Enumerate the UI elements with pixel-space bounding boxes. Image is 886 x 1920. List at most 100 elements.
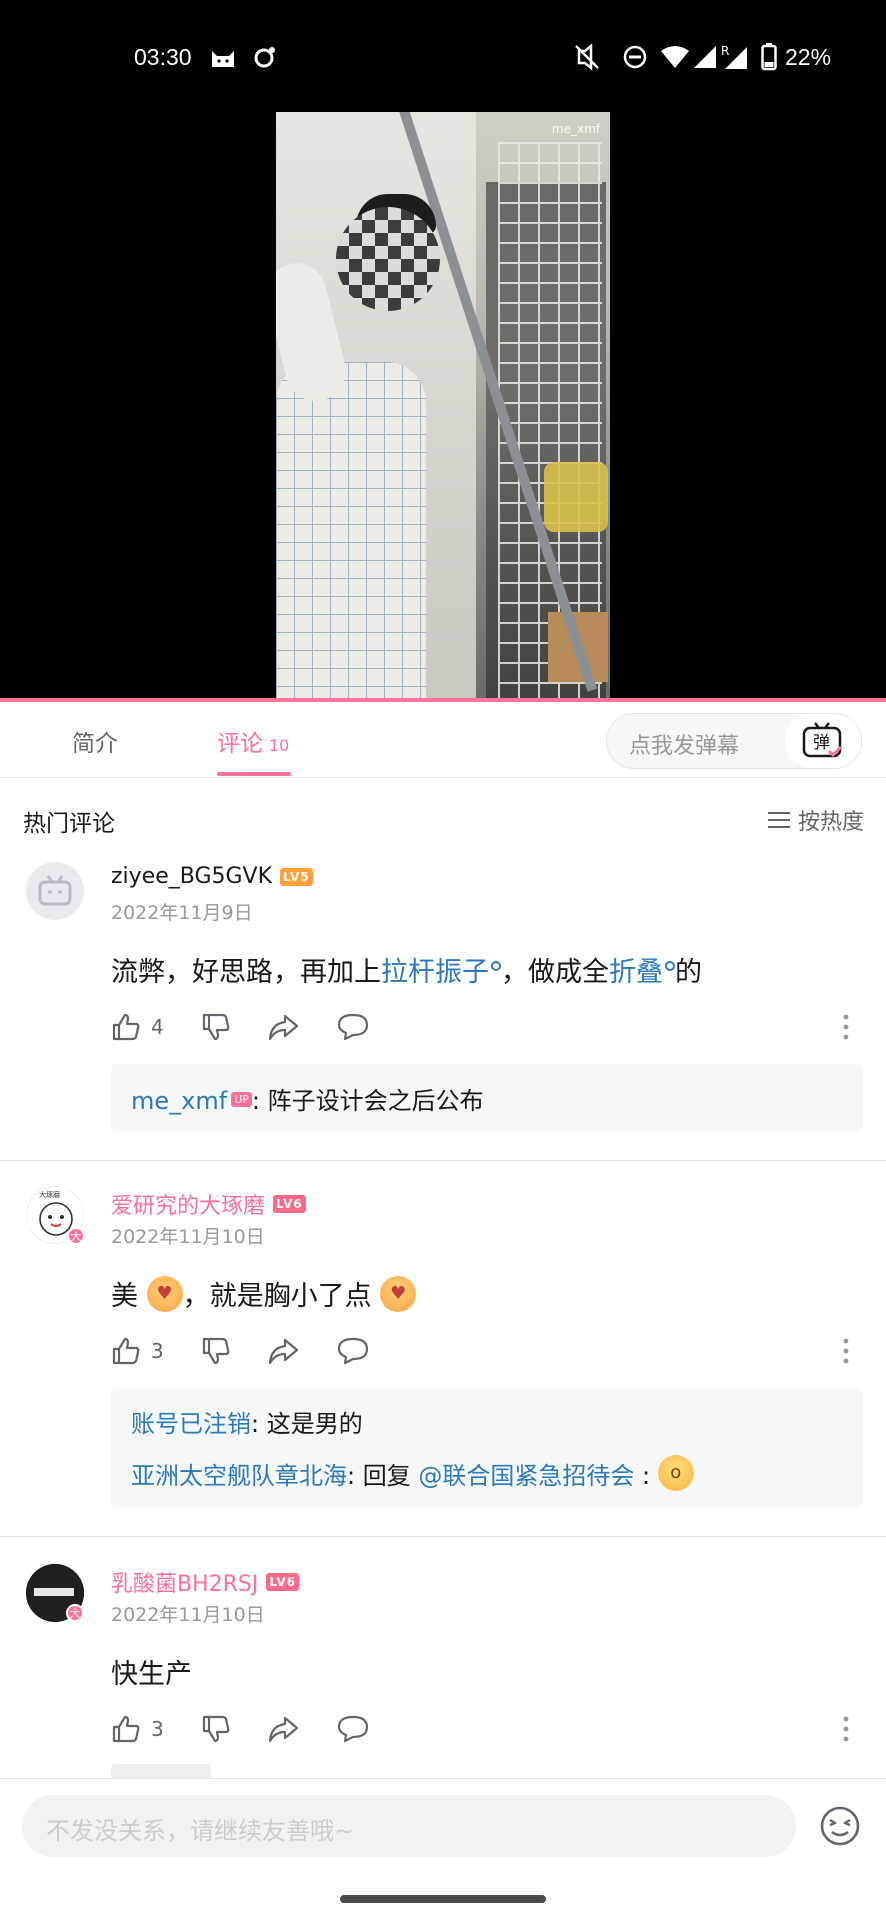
share-icon [268,1338,299,1365]
like-button[interactable]: 4 [111,1012,164,1042]
search-link-zhedie[interactable]: 折叠 [609,957,675,988]
like-count: 3 [151,1717,164,1741]
reply-text: : 回复 [347,1462,419,1490]
danmaku-input-box[interactable]: 点我发弹幕 弹 [606,713,862,769]
comment-text-part: ，做成全 [501,957,609,988]
reply-box[interactable]: 账号已注销: 这是男的 亚洲太空舰队章北海: 回复 @联合国紧急招待会 : o [111,1388,863,1508]
reply-item[interactable]: 亚洲太空舰队章北海: 回复 @联合国紧急招待会 : o [131,1455,694,1495]
comment-username[interactable]: ziyee_BG5GVK LV5 [111,864,313,889]
reply-username[interactable]: 账号已注销 [131,1410,251,1438]
comment-actions: 3 [111,1336,871,1366]
avatar[interactable]: 大琢磨 大 [26,1186,85,1245]
thumbs-down-icon [202,1337,230,1365]
reply-text: : 这是男的 [251,1410,363,1438]
comment-input-bar: 不发没关系，请继续友善哦~ [0,1778,886,1920]
tab-comments[interactable]: 评论 10 [217,724,289,758]
more-options-icon[interactable] [843,1338,849,1364]
reply-username[interactable]: me_xmf [131,1087,227,1115]
comments-header: 热门评论 按热度 [0,780,886,856]
tab-comments-count: 10 [269,736,290,755]
avatar[interactable] [26,862,84,920]
reply-suffix: : [634,1462,651,1490]
video-frame[interactable]: me_xmf [276,112,610,702]
status-time: 03:30 [134,44,192,70]
video-person [276,362,426,702]
comment-bubble-icon [337,1715,369,1743]
comment-username[interactable]: 乳酸菌BH2RSJ LV6 [111,1566,300,1598]
reply-button[interactable] [337,1714,369,1744]
username-text: 爱研究的大琢磨 [111,1194,266,1219]
comment-divider [0,1536,886,1537]
tab-active-indicator [217,772,291,776]
more-options-icon[interactable] [843,1014,849,1040]
tab-bar: 简介 评论 10 点我发弹幕 弹 [0,702,886,778]
tab-intro[interactable]: 简介 [72,724,118,758]
reply-text: : 阵子设计会之后公布 [251,1087,484,1115]
level-badge: LV6 [266,1573,300,1591]
wifi-icon [660,42,690,72]
emoji-face-icon [820,1806,860,1846]
reply-item[interactable]: 账号已注销: 这是男的 [131,1404,363,1439]
reply-box[interactable]: me_xmf UP: 阵子设计会之后公布 [111,1064,863,1132]
video-player[interactable]: 03:30 R 22% me_xmf [0,0,886,702]
dislike-button[interactable] [201,1336,231,1366]
thumbs-up-icon [112,1013,140,1041]
reply-mention[interactable]: @联合国紧急招待会 [418,1462,634,1490]
blush-emoji-icon: ♥ [380,1275,417,1312]
like-count: 3 [151,1339,164,1363]
comment-text: 流弊，好思路，再加上拉杆振子 ，做成全折叠的 [111,950,702,989]
reply-item[interactable]: me_xmf UP: 阵子设计会之后公布 [131,1081,484,1116]
share-icon [268,1716,299,1743]
comment-input-field[interactable]: 不发没关系，请继续友善哦~ [22,1795,796,1857]
comment-text-part: 美 [111,1281,138,1312]
comment-date: 2022年11月10日 [111,1226,265,1248]
search-link-text: 拉杆振子 [381,957,489,988]
signal-icon [690,42,720,72]
share-button[interactable] [267,1336,299,1366]
comment-date: 2022年11月10日 [111,1604,265,1626]
dislike-button[interactable] [201,1714,231,1744]
dislike-button[interactable] [201,1012,231,1042]
like-button[interactable]: 3 [111,1336,164,1366]
search-mini-icon [665,961,675,971]
reply-button[interactable] [337,1336,369,1366]
avatar[interactable]: 大 [26,1564,84,1622]
like-button[interactable]: 3 [111,1714,164,1744]
danmaku-placeholder[interactable]: 点我发弹幕 [629,728,739,760]
svg-text:R: R [721,44,729,58]
comment-divider [0,1160,886,1161]
default-tv-avatar-icon [38,875,72,906]
vip-badge-icon: 大 [67,1227,85,1245]
more-options-icon[interactable] [843,1716,849,1742]
home-indicator[interactable] [340,1895,546,1903]
comment-input-placeholder: 不发没关系，请继续友善哦~ [46,1817,355,1845]
hot-comments-title: 热门评论 [23,811,115,837]
pixelated-face [336,207,440,311]
comment-bubble-icon [337,1013,369,1041]
tab-comments-label: 评论 [217,731,263,757]
comment-text-part: 流弊，好思路，再加上 [111,957,381,988]
share-button[interactable] [267,1714,299,1744]
comment-username[interactable]: 爱研究的大琢磨 LV6 [111,1188,306,1220]
thumbs-down-icon [202,1715,230,1743]
reply-username[interactable]: 亚洲太空舰队章北海 [131,1462,347,1490]
sort-by-heat-button[interactable]: 按热度 [767,804,864,836]
like-count: 4 [151,1015,164,1039]
sort-label: 按热度 [797,810,864,835]
comment-text-part: ，就是胸小了点 [182,1281,372,1312]
username-text: 乳酸菌BH2RSJ [111,1572,259,1597]
comment-bubble-icon [337,1337,369,1365]
danmaku-toggle-button[interactable]: 弹 [785,714,861,768]
up-badge: UP [231,1091,252,1107]
level-badge: LV5 [280,867,313,886]
bug-notification-icon [250,42,280,72]
roaming-signal-icon: R [720,42,750,72]
search-link-text: 折叠 [609,957,663,988]
share-button[interactable] [267,1012,299,1042]
reply-button[interactable] [337,1012,369,1042]
comment-text: 美 ♥ ，就是胸小了点 ♥ [111,1274,417,1316]
comment-text-part: 的 [675,957,702,988]
username-text: ziyee_BG5GVK [111,864,273,889]
search-link-lagan[interactable]: 拉杆振子 [381,957,501,988]
emoji-button[interactable] [819,1805,861,1847]
